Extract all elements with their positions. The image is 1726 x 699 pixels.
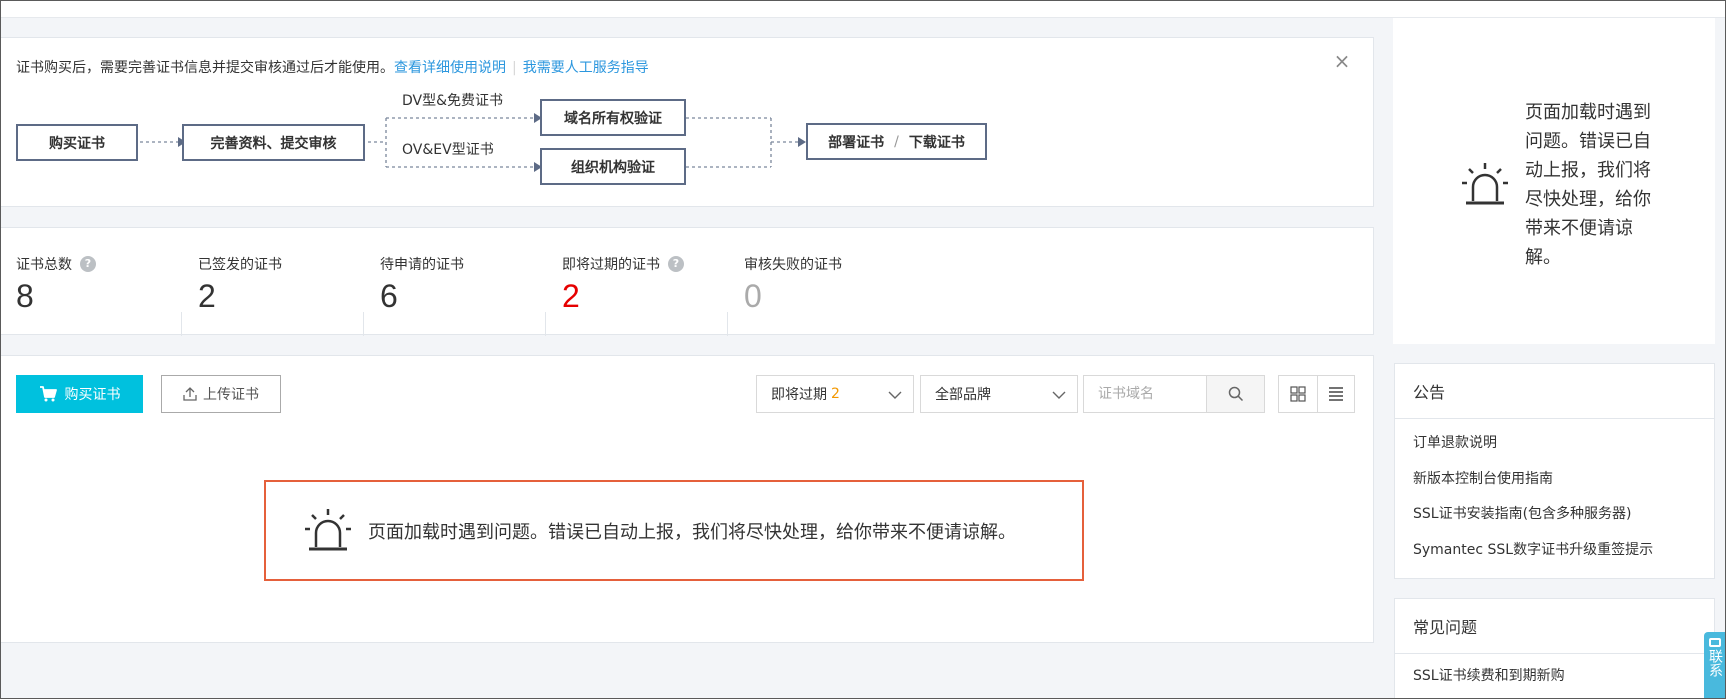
grid-icon [1290, 386, 1306, 402]
flow-branch-dv: DV型&免费证书 [402, 93, 504, 109]
announcement-link[interactable]: SSL证书安装指南(包含多种服务器) [1413, 501, 1653, 537]
upload-certificate-label: 上传证书 [203, 387, 259, 403]
flow-step-domain-verify: 域名所有权验证 [540, 99, 686, 136]
side-error-message: 页面加载时遇到问题。错误已自动上报，我们将尽快处理，给你带来不便请谅解。 [1525, 102, 1651, 268]
error-message: 页面加载时遇到问题。错误已自动上报，我们将尽快处理，给你带来不便请谅解。 [368, 521, 1016, 543]
status-filter-count: 2 [831, 386, 840, 402]
error-message-box: 页面加载时遇到问题。错误已自动上报，我们将尽快处理，给你带来不便请谅解。 [264, 480, 1084, 581]
upload-certificate-button[interactable]: 上传证书 [161, 375, 281, 413]
flow-step-org-verify: 组织机构验证 [540, 148, 686, 185]
announcement-link[interactable]: Symantec SSL数字证书升级重签提示 [1413, 537, 1653, 573]
stat-issued-value: 2 [198, 278, 216, 314]
view-toggle [1278, 375, 1355, 413]
list-view-button[interactable] [1316, 376, 1355, 412]
stat-pending-value: 6 [380, 278, 398, 314]
certificate-list-panel: 购买证书 上传证书 即将过期 2 全部品牌 证书域名 页面加载时遇到问题。错误已… [0, 355, 1374, 643]
announcements-title: 公告 [1395, 364, 1714, 419]
domain-search [1083, 375, 1265, 413]
buy-certificate-label: 购买证书 [64, 387, 121, 403]
stat-failed[interactable]: 审核失败的证书 0 [728, 228, 910, 336]
stat-failed-label: 审核失败的证书 [744, 257, 842, 273]
flow-step-buy: 购买证书 [16, 124, 138, 161]
help-icon[interactable]: ? [668, 256, 684, 272]
announcements-list: 订单退款说明 新版本控制台使用指南 SSL证书安装指南(包含多种服务器) Sym… [1413, 430, 1653, 572]
stat-pending[interactable]: 待申请的证书 6 [364, 228, 546, 336]
alarm-icon [305, 508, 351, 550]
stat-issued[interactable]: 已签发的证书 2 [182, 228, 364, 336]
status-filter-select[interactable]: 即将过期 2 [756, 375, 914, 413]
side-error-panel: 页面加载时遇到问题。错误已自动上报，我们将尽快处理，给你带来不便请谅解。 [1393, 18, 1715, 344]
flow-step-separator: / [894, 133, 899, 150]
search-icon [1228, 386, 1243, 402]
flow-step-submit: 完善资料、提交审核 [182, 124, 365, 161]
notice-panel: 证书购买后，需要完善证书信息并提交审核通过后才能使用。查看详细使用说明 | 我需要人… [0, 37, 1374, 207]
buy-certificate-button[interactable]: 购买证书 [16, 375, 143, 413]
stats-panel: 证书总数? 8 已签发的证书 2 待申请的证书 6 即将过期的证书? 2 审核失… [0, 227, 1374, 336]
flow-connectors [140, 113, 806, 172]
flow-step-deploy-download: 部署证书 / 下载证书 [806, 123, 987, 160]
faq-title: 常见问题 [1395, 599, 1714, 654]
announcement-link[interactable]: 订单退款说明 [1413, 430, 1653, 466]
stat-issued-label: 已签发的证书 [198, 257, 282, 273]
stat-expiring-label: 即将过期的证书 [562, 257, 660, 273]
stat-total[interactable]: 证书总数? 8 [0, 228, 182, 336]
brand-filter-value: 全部品牌 [935, 387, 991, 403]
stat-total-value: 8 [16, 278, 34, 314]
stat-total-label: 证书总数 [16, 257, 72, 273]
contact-label: 联系 [1707, 649, 1723, 677]
stat-pending-label: 待申请的证书 [380, 257, 464, 273]
chevron-down-icon [1052, 391, 1066, 399]
grid-view-button[interactable] [1279, 376, 1317, 412]
faq-panel: 常见问题 SSL证书续费和到期新购 [1394, 598, 1715, 699]
side-error-content: 页面加载时遇到问题。错误已自动上报，我们将尽快处理，给你带来不便请谅解。 [1459, 98, 1667, 272]
stat-expiring[interactable]: 即将过期的证书? 2 [546, 228, 728, 336]
search-button[interactable] [1206, 376, 1264, 412]
list-icon [1328, 387, 1343, 401]
upload-icon [183, 387, 197, 401]
stat-total-label-row: 证书总数? [16, 254, 96, 274]
brand-filter-select[interactable]: 全部品牌 [920, 375, 1078, 413]
stat-expiring-value: 2 [562, 278, 580, 314]
top-bar [0, 0, 1726, 18]
announcements-panel: 公告 订单退款说明 新版本控制台使用指南 SSL证书安装指南(包含多种服务器) … [1394, 363, 1715, 579]
flow-step-download: 下载证书 [908, 134, 965, 151]
cart-icon [39, 386, 57, 402]
stat-failed-value: 0 [744, 278, 762, 314]
stat-expiring-label-row: 即将过期的证书? [562, 254, 684, 274]
status-filter-value: 即将过期 [771, 387, 827, 403]
flow-branch-ov: OV&EV型证书 [402, 142, 494, 158]
chat-icon [1709, 638, 1721, 647]
alarm-icon [1462, 163, 1508, 205]
domain-search-input[interactable] [1084, 376, 1206, 412]
chevron-down-icon [888, 391, 902, 399]
faq-list: SSL证书续费和到期新购 [1413, 663, 1565, 699]
faq-link[interactable]: SSL证书续费和到期新购 [1413, 663, 1565, 699]
flow-step-deploy: 部署证书 [828, 134, 885, 151]
help-icon[interactable]: ? [80, 256, 96, 272]
announcement-link[interactable]: 新版本控制台使用指南 [1413, 466, 1653, 502]
contact-float-tab[interactable]: 联系 [1704, 632, 1726, 699]
